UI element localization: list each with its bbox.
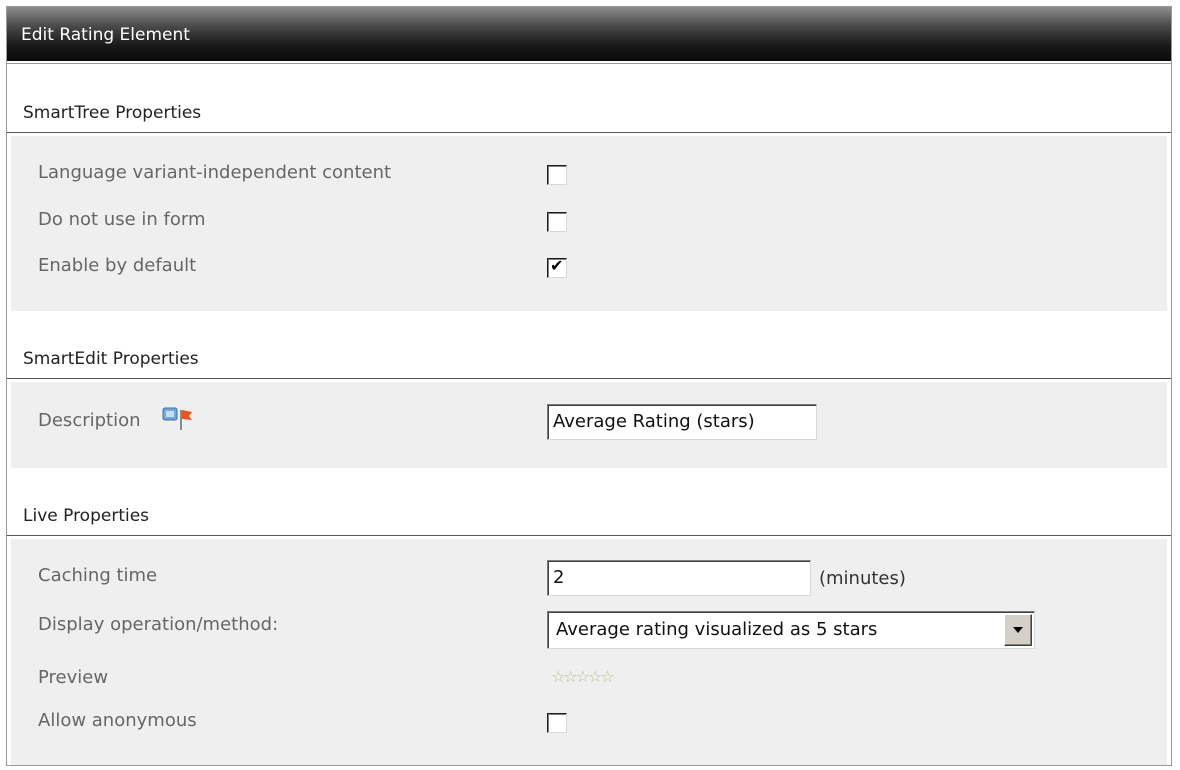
description-label: Description bbox=[38, 410, 141, 431]
live-heading: Live Properties bbox=[7, 506, 1171, 536]
description-input[interactable]: Average Rating (stars) bbox=[547, 404, 817, 440]
smarttree-panel: Language variant-independent content Do … bbox=[11, 136, 1167, 311]
display-method-select[interactable]: Average rating visualized as 5 stars bbox=[547, 611, 1035, 649]
row-description: Description Average Rating (stars) bbox=[11, 404, 1167, 450]
preview-label: Preview bbox=[38, 667, 109, 688]
smartedit-heading: SmartEdit Properties bbox=[7, 349, 1171, 379]
smarttree-heading: SmartTree Properties bbox=[7, 103, 1171, 133]
checkmark-icon: ✔ bbox=[550, 256, 564, 275]
enable-by-default-checkbox[interactable]: ✔ bbox=[547, 256, 567, 278]
allow-anonymous-checkbox[interactable] bbox=[547, 713, 567, 733]
do-not-use-in-form-label: Do not use in form bbox=[38, 209, 206, 230]
row-enable-by-default: Enable by default ✔ bbox=[11, 251, 1167, 295]
language-independent-label: Language variant-independent content bbox=[38, 162, 392, 183]
row-do-not-use-in-form: Do not use in form bbox=[11, 205, 1167, 249]
do-not-use-in-form-checkbox[interactable] bbox=[547, 212, 567, 232]
enable-by-default-label: Enable by default bbox=[38, 255, 197, 276]
row-allow-anonymous: Allow anonymous bbox=[11, 706, 1167, 750]
live-panel: Caching time 2 (minutes) Display operati… bbox=[11, 539, 1167, 765]
row-language-independent: Language variant-independent content bbox=[11, 158, 1167, 202]
allow-anonymous-label: Allow anonymous bbox=[38, 710, 197, 731]
caching-time-label: Caching time bbox=[38, 565, 158, 586]
smartedit-panel: Description Average Rating (stars) bbox=[11, 382, 1167, 468]
flag-info-icon[interactable] bbox=[161, 406, 195, 434]
row-caching-time: Caching time 2 (minutes) bbox=[11, 560, 1167, 605]
star-rating-preview: ☆☆☆☆☆ bbox=[551, 667, 615, 686]
dropdown-arrow-icon[interactable] bbox=[1004, 614, 1032, 646]
display-method-label: Display operation/method: bbox=[38, 614, 279, 635]
dialog-title: Edit Rating Element bbox=[7, 7, 1171, 63]
display-method-value: Average rating visualized as 5 stars bbox=[556, 619, 878, 640]
row-preview: Preview ☆☆☆☆☆ bbox=[11, 663, 1167, 707]
caching-time-unit: (minutes) bbox=[819, 568, 906, 589]
row-display-method: Display operation/method: Average rating… bbox=[11, 610, 1167, 654]
caching-time-input[interactable]: 2 bbox=[547, 560, 811, 596]
language-independent-checkbox[interactable] bbox=[547, 165, 567, 185]
edit-rating-dialog: Edit Rating Element SmartTree Properties… bbox=[6, 6, 1172, 766]
